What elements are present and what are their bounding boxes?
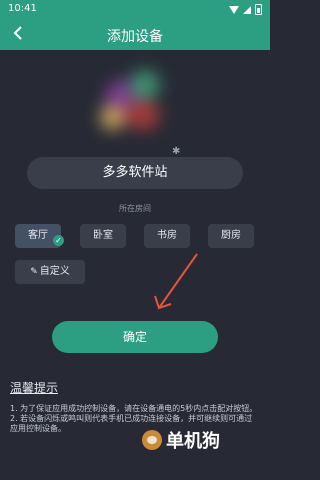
- room-chip-bedroom[interactable]: 卧室: [80, 224, 126, 248]
- room-label: 所在房间: [119, 204, 151, 213]
- page-title: 添加设备: [107, 29, 163, 45]
- status-bar: 10:41: [0, 0, 270, 20]
- room-chip-label: 书房: [157, 230, 177, 241]
- check-icon: ✓: [53, 235, 64, 246]
- tip-line-1: 1. 为了保证应用成功控制设备，请在设备通电的5秒内点击配对按钮。: [10, 404, 258, 413]
- pencil-icon: ✎: [30, 267, 38, 277]
- room-chip-label: 客厅: [28, 230, 48, 241]
- confirm-button[interactable]: 确定: [52, 321, 218, 353]
- tips-text: 1. 为了保证应用成功控制设备，请在设备通电的5秒内点击配对按钮。 2. 若设备…: [10, 404, 258, 434]
- custom-room-label: 自定义: [39, 266, 70, 277]
- status-icons: [229, 4, 262, 15]
- tips-title: 温馨提示: [10, 381, 59, 395]
- app-bar: 添加设备: [0, 20, 270, 50]
- signal-icon: [243, 5, 251, 14]
- annotation-arrow-icon: [154, 253, 198, 310]
- device-icon: [95, 60, 175, 140]
- room-chip-living-room[interactable]: 客厅 ✓: [15, 224, 64, 248]
- watermark-text: 单机狗: [166, 431, 220, 452]
- room-chip-label: 厨房: [221, 230, 241, 241]
- sparkle-icon: ✱: [172, 146, 181, 157]
- room-chip-label: 卧室: [93, 230, 113, 241]
- device-name-field[interactable]: 多多软件站: [27, 157, 243, 189]
- status-time: 10:41: [8, 3, 37, 14]
- custom-room-button[interactable]: ✎ 自定义: [15, 260, 85, 284]
- tip-line-2: 2. 若设备闪烁或鸣叫则代表手机已成功连接设备，并可继续则可通过应用控制设备。: [10, 414, 253, 433]
- wifi-icon: [229, 5, 239, 14]
- watermark-logo: 单机狗: [142, 427, 220, 453]
- dog-mascot-icon: [142, 430, 162, 450]
- room-chip-kitchen[interactable]: 厨房: [208, 224, 254, 248]
- battery-icon: [255, 4, 262, 15]
- room-chip-study[interactable]: 书房: [144, 224, 190, 248]
